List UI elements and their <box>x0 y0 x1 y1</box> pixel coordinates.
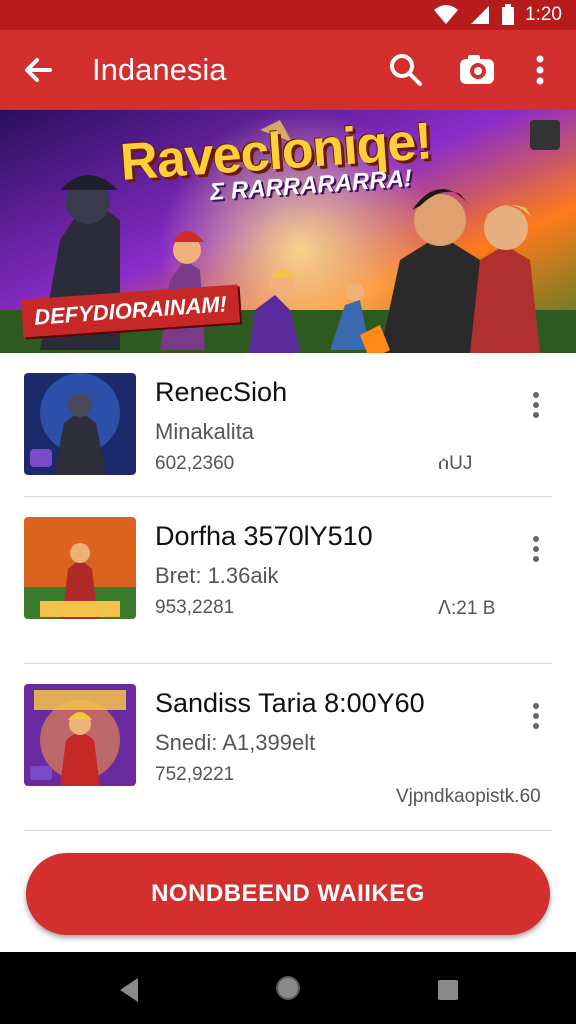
item-right-label: ꓥ:21 B <box>438 598 496 619</box>
nav-back-icon[interactable] <box>116 976 142 1004</box>
more-vert-icon[interactable] <box>526 387 546 423</box>
list-divider <box>24 830 552 831</box>
battery-icon <box>502 4 515 25</box>
item-right-label: ሰUJ <box>438 453 473 474</box>
system-nav-bar <box>0 952 576 1024</box>
item-title: Sandiss Taria 8:00Y60 <box>155 688 425 718</box>
nav-recent-icon[interactable] <box>436 978 460 1002</box>
banner-badge <box>530 120 560 150</box>
status-bar: 1:20 <box>0 0 576 30</box>
item-subtitle: Bret: 1.36aik <box>155 563 279 588</box>
item-thumbnail <box>24 684 136 786</box>
wifi-icon <box>434 5 459 24</box>
item-title: RenecSioh <box>155 377 288 407</box>
item-meta: 752,9221 <box>155 764 235 785</box>
more-vert-icon[interactable] <box>526 531 546 567</box>
item-meta: 602,2360 <box>155 453 235 474</box>
item-thumbnail <box>24 373 136 475</box>
search-icon[interactable] <box>386 50 426 90</box>
item-subtitle: Snedi: A1,399elt <box>155 730 316 755</box>
page-title: Indanesia <box>92 52 227 87</box>
list-item[interactable]: Dorfha 3570lY510 Bret: 1.36aik 953,2281 … <box>0 497 576 637</box>
primary-action-button[interactable]: NONDBEEND WAIIKEG <box>26 853 550 935</box>
status-time: 1:20 <box>525 4 562 25</box>
item-title: Dorfha 3570lY510 <box>155 521 373 551</box>
app-bar: Indanesia <box>0 30 576 110</box>
nav-home-icon[interactable] <box>274 974 302 1002</box>
item-subtitle: Minakalita <box>155 419 255 444</box>
item-meta: 953,2281 <box>155 597 235 618</box>
item-thumbnail <box>24 517 136 619</box>
list-item[interactable]: Sandiss Taria 8:00Y60 Snedi: A1,399elt 7… <box>0 664 576 807</box>
more-vert-icon[interactable] <box>526 50 554 90</box>
signal-icon <box>471 6 490 24</box>
back-arrow-icon[interactable] <box>20 52 56 88</box>
item-right-label: Vjpndkaopistk.60 <box>396 786 541 807</box>
list-item[interactable]: RenecSioh Minakalita 602,2360 ሰUJ <box>0 353 576 493</box>
more-vert-icon[interactable] <box>526 698 546 734</box>
camera-icon[interactable] <box>456 50 498 90</box>
promo-banner[interactable]: Ravecloniqe! Ʃ RARRARARRA! DEFYDIORAINAM… <box>0 110 576 353</box>
